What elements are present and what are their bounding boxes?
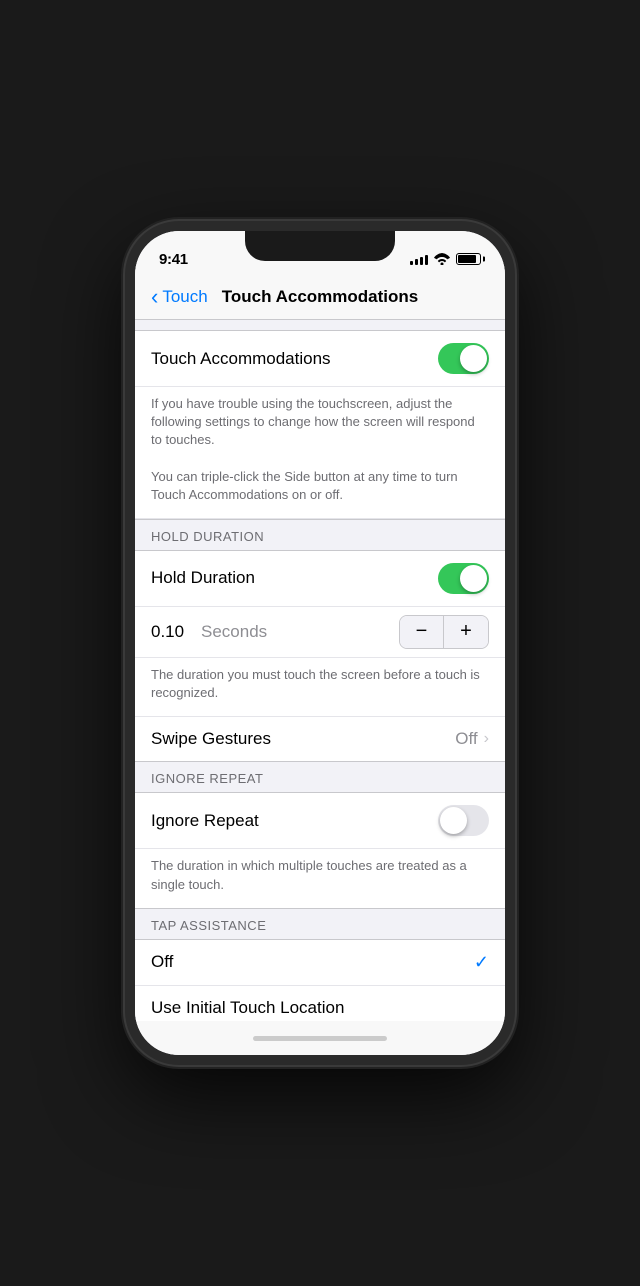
back-label: Touch	[162, 287, 207, 307]
ignore-repeat-card: Ignore Repeat The duration in which mult…	[135, 792, 505, 908]
decrement-button[interactable]: −	[400, 616, 444, 648]
hold-duration-description: The duration you must touch the screen b…	[135, 658, 505, 716]
hold-duration-toggle[interactable]	[438, 563, 489, 594]
checkmark-icon: ✓	[474, 952, 489, 973]
description-text-2: You can triple-click the Side button at …	[151, 468, 489, 504]
home-indicator	[135, 1021, 505, 1055]
back-chevron-icon: ‹	[151, 286, 158, 308]
swipe-chevron-icon: ›	[484, 730, 489, 748]
swipe-gestures-label: Swipe Gestures	[151, 729, 271, 749]
swipe-gestures-row[interactable]: Swipe Gestures Off ›	[135, 716, 505, 761]
hold-duration-section-header: HOLD DURATION	[135, 521, 505, 550]
battery-icon	[456, 253, 481, 265]
increment-button[interactable]: +	[444, 616, 488, 648]
hold-duration-card: Hold Duration 0.10 Seconds − + Th	[135, 550, 505, 762]
stepper-row: 0.10 Seconds − +	[135, 607, 505, 658]
ignore-repeat-row[interactable]: Ignore Repeat	[135, 793, 505, 849]
page-title: Touch Accommodations	[222, 287, 418, 307]
status-icons	[410, 253, 481, 265]
touch-accommodations-toggle[interactable]	[438, 343, 489, 374]
touch-accommodations-description: If you have trouble using the touchscree…	[135, 387, 505, 519]
status-time: 9:41	[159, 251, 188, 268]
signal-bars-icon	[410, 253, 428, 265]
tap-initial-label: Use Initial Touch Location	[151, 998, 344, 1018]
touch-accommodations-row[interactable]: Touch Accommodations	[135, 331, 505, 387]
tap-assistance-card: Off ✓ Use Initial Touch Location	[135, 939, 505, 1021]
hold-duration-desc-text: The duration you must touch the screen b…	[151, 666, 489, 702]
main-content: Touch Accommodations If you have trouble…	[135, 320, 505, 1021]
hold-duration-row[interactable]: Hold Duration	[135, 551, 505, 607]
tap-assistance-section-header: TAP ASSISTANCE	[135, 910, 505, 939]
home-bar	[253, 1036, 387, 1041]
hold-duration-label: Hold Duration	[151, 568, 255, 588]
ignore-repeat-toggle[interactable]	[438, 805, 489, 836]
description-text-1: If you have trouble using the touchscree…	[151, 395, 489, 450]
ignore-repeat-description: The duration in which multiple touches a…	[135, 849, 505, 907]
stepper-controls: − +	[399, 615, 489, 649]
stepper-unit: Seconds	[201, 622, 399, 642]
tap-off-label: Off	[151, 952, 173, 972]
tap-assistance-off-row[interactable]: Off ✓	[135, 940, 505, 986]
wifi-icon	[434, 253, 450, 265]
ignore-repeat-section-header: IGNORE REPEAT	[135, 763, 505, 792]
swipe-gestures-value: Off ›	[455, 729, 489, 749]
tap-assistance-initial-row[interactable]: Use Initial Touch Location	[135, 986, 505, 1021]
stepper-value: 0.10	[151, 622, 201, 642]
back-button[interactable]: ‹ Touch	[151, 287, 208, 308]
touch-accommodations-card: Touch Accommodations If you have trouble…	[135, 330, 505, 520]
touch-accommodations-label: Touch Accommodations	[151, 349, 331, 369]
ignore-repeat-desc-text: The duration in which multiple touches a…	[151, 857, 489, 893]
ignore-repeat-label: Ignore Repeat	[151, 811, 259, 831]
